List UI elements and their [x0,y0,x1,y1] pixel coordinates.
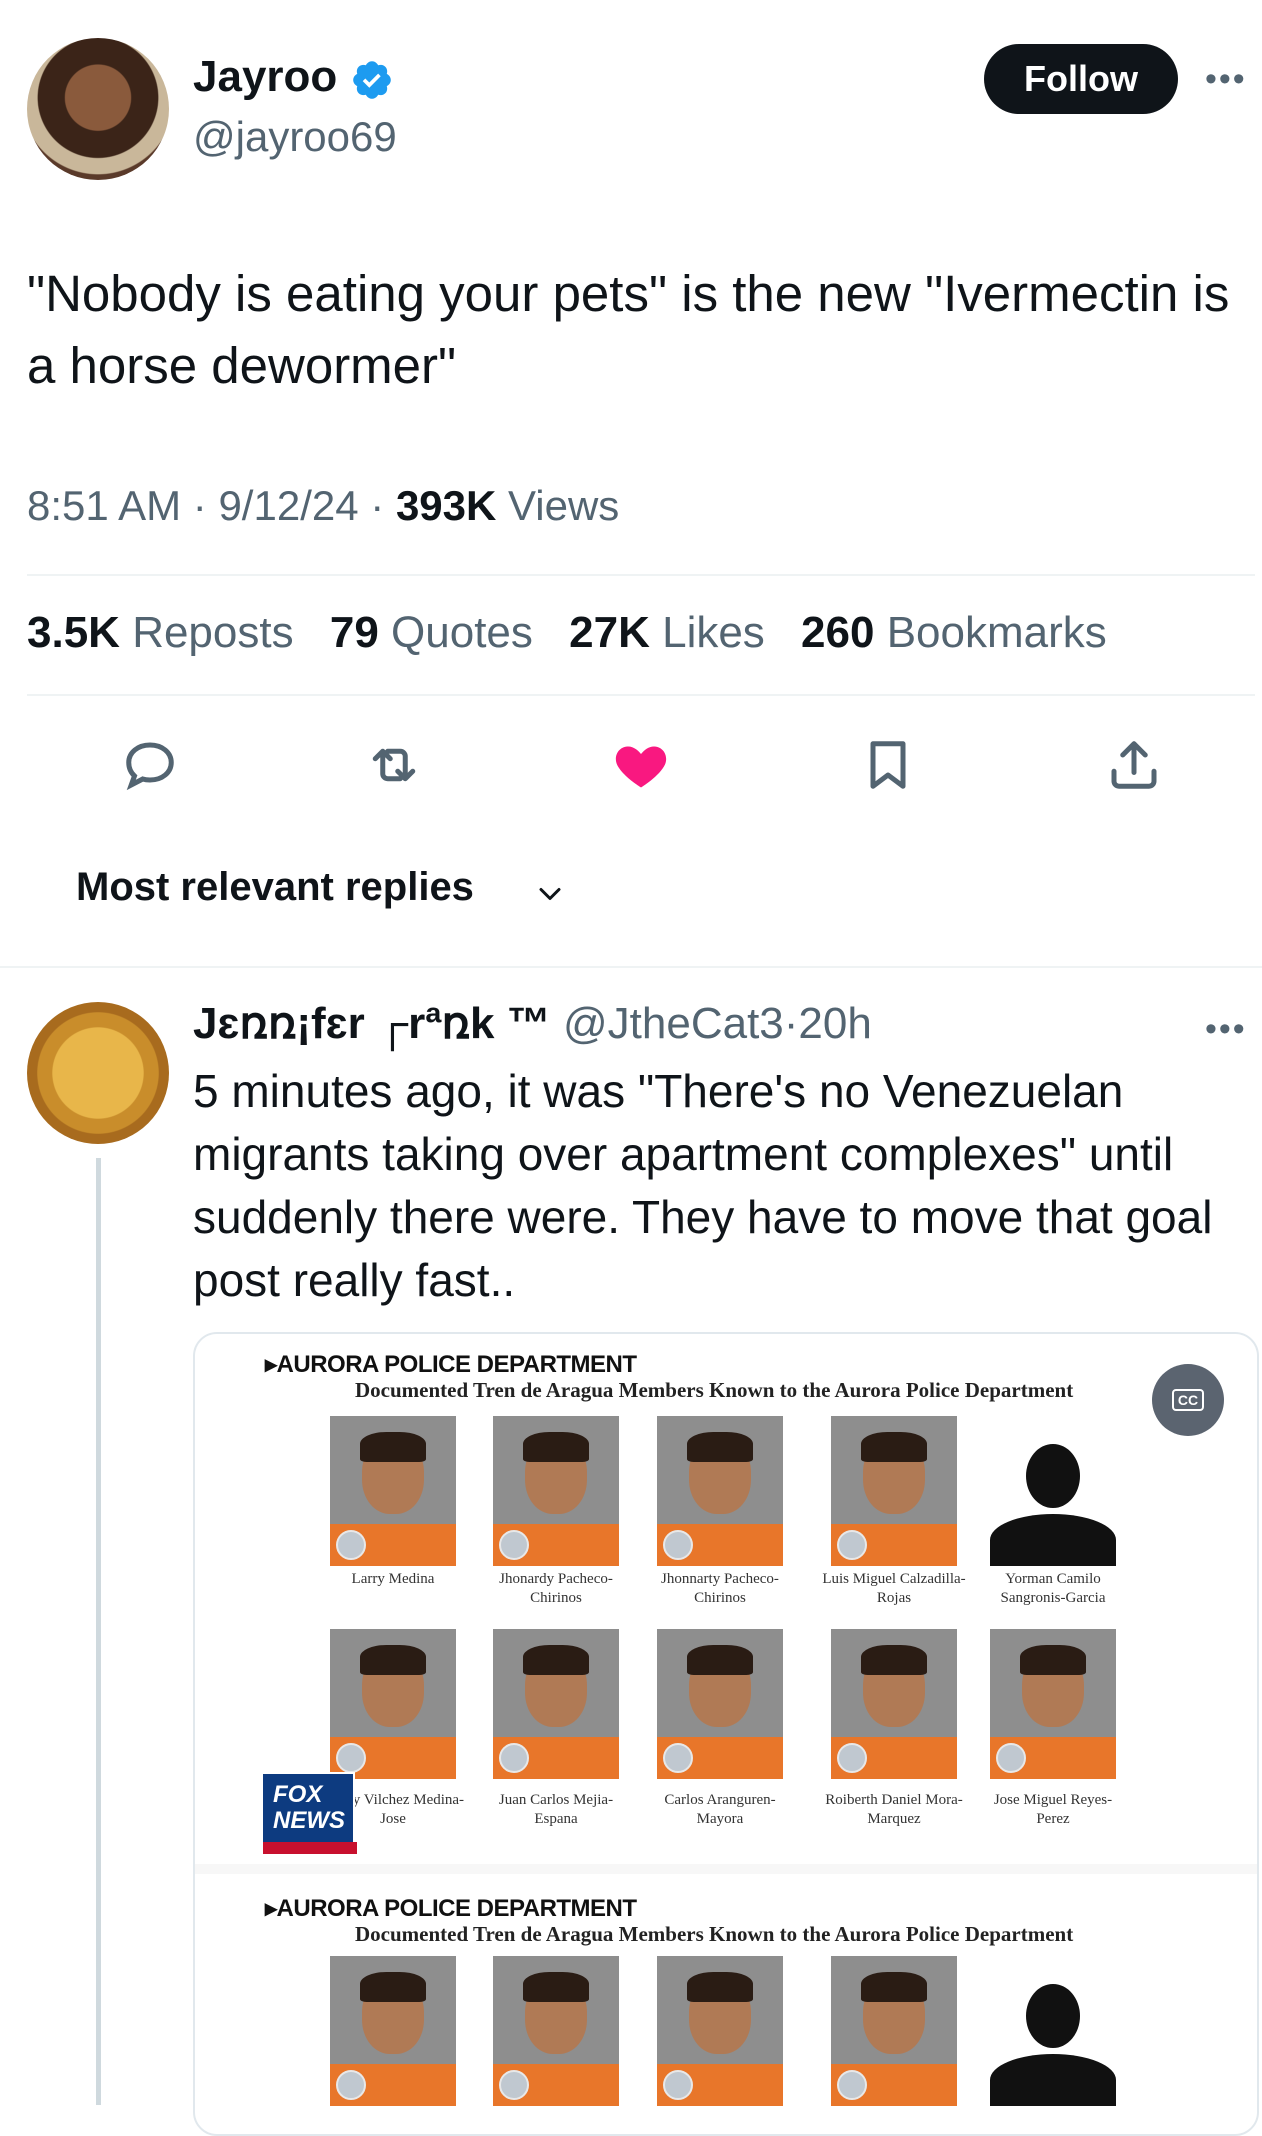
mugshot [831,1956,957,2106]
bookmark-icon[interactable] [858,735,918,795]
repost-icon[interactable] [364,735,424,795]
more-options-icon[interactable]: ••• [1205,60,1247,99]
replies-sort-dropdown[interactable]: Most relevant replies [76,865,474,910]
fox-news-logo: FOX NEWS [261,1772,357,1856]
divider [0,966,1262,968]
silhouette-placeholder [990,1416,1116,1566]
reply-age[interactable]: 20h [798,999,871,1048]
mugshot-label: Larry Medina [351,1571,435,1587]
follow-button[interactable]: Follow [984,44,1178,114]
share-icon[interactable] [1104,735,1164,795]
document-subheader: Documented Tren de Aragua Members Known … [355,1378,1074,1402]
mugshot [330,1629,456,1779]
reply-author-name[interactable]: Jɛռռ¡fɛr ┌rªռk ™ [193,999,551,1048]
reply-header: Jɛռռ¡fɛr ┌rªռk ™ @JtheCat3·20h [193,999,872,1048]
mugshot [831,1416,957,1566]
reposts-stat[interactable]: 3.5K Reposts [27,608,294,657]
verified-badge-icon [353,61,391,99]
captions-button[interactable]: CC [1152,1364,1224,1436]
author-avatar[interactable] [27,38,169,180]
mugshot [330,1956,456,2106]
mugshot [493,1629,619,1779]
mugshot-label: Roiberth Daniel Mora-Marquez [825,1792,963,1827]
author-name[interactable]: Jayroo [193,52,337,102]
chevron-down-icon[interactable] [532,876,568,912]
views-count: 393K [395,482,497,529]
mugshot [330,1416,456,1566]
engagement-stats: 3.5K Reposts 79 Quotes 27K Likes 260 Boo… [27,608,1131,658]
reply-more-options-icon[interactable]: ••• [1205,1010,1247,1049]
mugshot [657,1956,783,2106]
bookmarks-stat[interactable]: 260 Bookmarks [801,608,1107,657]
quotes-stat[interactable]: 79 Quotes [330,608,533,657]
mugshot-label: Jose Miguel Reyes-Perez [993,1792,1113,1827]
mugshot [493,1956,619,2106]
mugshot-label: Yorman Camilo Sangronis-Garcia [1000,1571,1106,1606]
cc-icon: CC [1171,1389,1205,1411]
mugshot-label: Juan Carlos Mejia-Espana [498,1792,614,1827]
document-header: ▸AURORA POLICE DEPARTMENT [265,1895,637,1922]
tweet-text: "Nobody is eating your pets" is the new … [27,265,1230,394]
tweet-meta: 8:51 AM · 9/12/24 · 393K Views [27,482,620,529]
reply-author-avatar[interactable] [27,1002,169,1144]
author-handle[interactable]: @jayroo69 [193,113,397,161]
silhouette-placeholder [990,1956,1116,2106]
mugshot [990,1629,1116,1779]
divider [27,574,1255,576]
heart-icon[interactable] [611,735,671,795]
views-label: Views [508,482,620,529]
reply-icon[interactable] [120,735,180,795]
reply-author-handle[interactable]: @JtheCat3 [563,999,784,1048]
mugshot [657,1416,783,1566]
likes-stat[interactable]: 27K Likes [569,608,765,657]
mugshot-label: Carlos Aranguren-Mayora [664,1792,776,1827]
mugshot-label: Jhonardy Pacheco-Chirinos [499,1571,613,1606]
mugshot [831,1629,957,1779]
thread-line [96,1158,101,2105]
document-image-duplicate: ▸AURORA POLICE DEPARTMENT Documented Tre… [195,1874,1257,2134]
reply-text: 5 minutes ago, it was "There's no Venezu… [193,1065,1213,1306]
mugshot-label: Jhonnarty Pacheco-Chirinos [661,1571,779,1606]
document-image: ▸AURORA POLICE DEPARTMENT Documented Tre… [195,1334,1257,1864]
reply-media-video[interactable]: ▸AURORA POLICE DEPARTMENT Documented Tre… [193,1332,1259,2136]
tweet-time[interactable]: 8:51 AM [27,482,181,529]
mugshot-label: Luis Miguel Calzadilla-Rojas [822,1571,966,1606]
document-header: ▸AURORA POLICE DEPARTMENT [265,1351,637,1378]
mugshot [657,1629,783,1779]
divider [27,694,1255,696]
mugshot [493,1416,619,1566]
tweet-date[interactable]: 9/12/24 [218,482,358,529]
document-subheader: Documented Tren de Aragua Members Known … [355,1922,1074,1946]
